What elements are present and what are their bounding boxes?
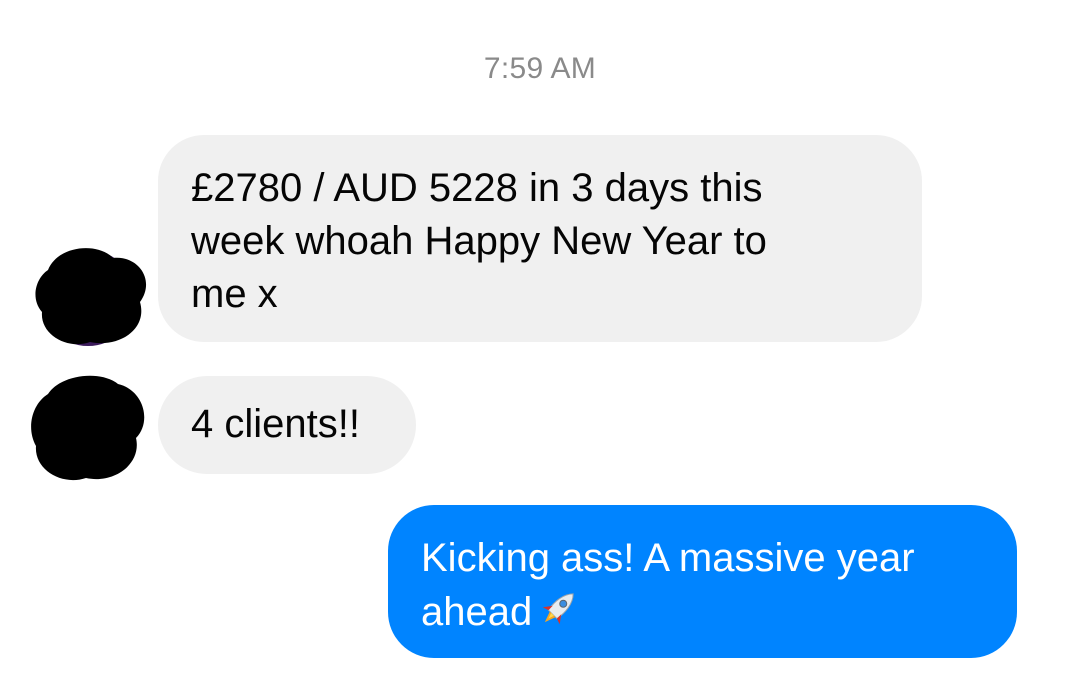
sender-avatar[interactable] [28,240,148,346]
redacted-avatar-icon [35,248,147,346]
incoming-message-bubble[interactable]: 4 clients!! [158,376,416,474]
message-line: week whoah Happy New Year to [191,219,767,263]
message-timestamp: 7:59 AM [483,52,597,85]
sender-avatar[interactable] [26,372,146,481]
incoming-message-bubble[interactable]: £2780 / AUD 5228 in 3 days this week who… [158,135,922,342]
message-line: £2780 / AUD 5228 in 3 days this [191,166,763,210]
outgoing-message-bubble[interactable]: Kicking ass! A massive year ahead [388,505,1017,658]
rocket-icon [536,585,582,645]
message-line: ahead [421,585,987,645]
message-line: me x [191,272,278,316]
message-text: 4 clients!! [191,402,360,446]
redacted-avatar-icon [31,375,145,481]
message-line: Kicking ass! A massive year [421,536,915,580]
